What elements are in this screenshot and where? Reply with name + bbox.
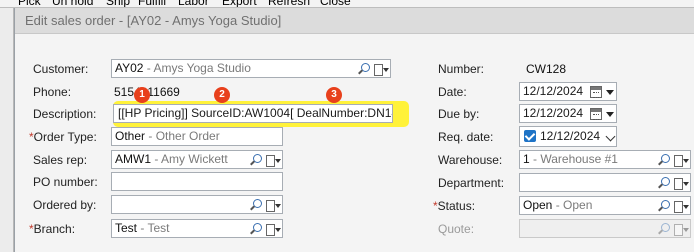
po-number-input[interactable] xyxy=(111,172,283,191)
req-date-value: 12/12/2024 xyxy=(540,129,601,143)
description-field[interactable]: [[HP Pricing]] SourceID:AW1004[ DealNumb… xyxy=(113,104,393,123)
order-type-label: *Order Type: xyxy=(29,130,97,144)
department-field[interactable] xyxy=(519,173,691,192)
search-icon[interactable] xyxy=(358,63,370,75)
customer-name: Amys Yoga Studio xyxy=(153,61,251,75)
menu-item-refresh[interactable]: Refresh xyxy=(268,0,310,7)
number-label: Number: xyxy=(438,62,485,76)
branch-label: *Branch: xyxy=(29,222,75,236)
status-name: Open xyxy=(563,198,593,212)
search-icon[interactable] xyxy=(658,177,670,189)
sales-rep-code: AMW1 xyxy=(115,152,151,166)
branch-label-text: Branch: xyxy=(33,222,76,236)
annotation-badge-3: 3 xyxy=(326,87,342,103)
order-type-name: Other Order xyxy=(155,129,220,143)
menu-item-close[interactable]: Close xyxy=(320,0,351,7)
document-menu-icon[interactable] xyxy=(266,154,281,167)
branch-name: Test xyxy=(147,221,170,235)
warehouse-field[interactable]: 1 - Warehouse #1 xyxy=(519,150,691,169)
date-value: 12/12/2024 xyxy=(523,84,584,98)
menu-item-export[interactable]: Export xyxy=(222,0,257,7)
status-label-text: Status: xyxy=(437,199,476,213)
number-value: CW128 xyxy=(526,62,567,76)
description-label: Description: xyxy=(33,107,97,121)
department-label: Department: xyxy=(438,176,505,190)
order-type-label-text: Order Type: xyxy=(33,130,97,144)
document-menu-icon[interactable] xyxy=(374,63,389,76)
search-icon[interactable] xyxy=(250,223,262,235)
calendar-icon[interactable] xyxy=(590,86,602,98)
background-list-strip xyxy=(0,8,14,252)
date-field[interactable]: 12/12/2024 xyxy=(519,82,617,101)
dialog-title: Edit sales order - [AY02 - Amys Yoga Stu… xyxy=(25,13,282,28)
branch-field[interactable]: Test - Test xyxy=(111,219,283,238)
po-number-label: PO number: xyxy=(33,175,98,189)
req-date-checkbox[interactable] xyxy=(524,130,536,142)
due-by-value: 12/12/2024 xyxy=(523,106,584,120)
document-menu-icon[interactable] xyxy=(266,199,281,212)
chevron-down-icon[interactable] xyxy=(605,131,616,141)
warehouse-label: Warehouse: xyxy=(438,153,503,167)
sales-rep-name: Amy Wickett xyxy=(161,152,228,166)
search-icon[interactable] xyxy=(658,200,670,212)
document-menu-icon[interactable] xyxy=(674,154,689,167)
menu-item-ship[interactable]: Ship xyxy=(106,0,130,7)
req-date-field[interactable]: 12/12/2024 xyxy=(519,126,617,147)
description-value: [[HP Pricing]] SourceID:AW1004[ DealNumb… xyxy=(118,106,393,120)
customer-field[interactable]: AY02 - Amys Yoga Studio xyxy=(111,59,391,78)
ordered-by-field[interactable] xyxy=(111,195,283,214)
document-menu-icon[interactable] xyxy=(674,200,689,213)
order-type-field[interactable]: Other - Other Order xyxy=(111,127,283,146)
menu-item-pick[interactable]: Pick xyxy=(18,0,41,7)
search-icon[interactable] xyxy=(658,154,670,166)
search-icon xyxy=(658,223,670,235)
sales-rep-label: Sales rep: xyxy=(33,153,88,167)
menu-item-labor[interactable]: Labor xyxy=(178,0,209,7)
quote-label: Quote: xyxy=(438,222,475,236)
status-field[interactable]: Open - Open xyxy=(519,196,691,215)
edit-sales-order-dialog: Edit sales order - [AY02 - Amys Yoga Stu… xyxy=(14,8,694,252)
dropdown-arrow-icon[interactable] xyxy=(606,89,614,95)
req-date-label: Req. date: xyxy=(438,130,494,144)
document-menu-icon[interactable] xyxy=(266,223,281,236)
due-by-label: Due by: xyxy=(438,107,480,121)
menu-item-unhold[interactable]: Un hold xyxy=(52,0,93,7)
order-type-code: Other xyxy=(115,129,146,143)
sales-rep-field[interactable]: AMW1 - Amy Wickett xyxy=(111,150,283,169)
annotation-badge-1: 1 xyxy=(134,87,150,103)
dialog-titlebar[interactable]: Edit sales order - [AY02 - Amys Yoga Stu… xyxy=(15,8,694,34)
status-code: Open xyxy=(523,198,553,212)
menu-bar: Pick Un hold Ship Fulfill Labor Export R… xyxy=(0,0,694,8)
warehouse-code: 1 xyxy=(523,152,530,166)
search-icon[interactable] xyxy=(250,199,262,211)
customer-label: Customer: xyxy=(33,62,89,76)
document-menu-icon[interactable] xyxy=(674,177,689,190)
customer-code: AY02 xyxy=(115,61,144,75)
branch-code: Test xyxy=(115,221,138,235)
quote-field xyxy=(519,219,691,238)
warehouse-name: Warehouse #1 xyxy=(540,152,618,166)
annotation-badge-2: 2 xyxy=(214,87,230,103)
phone-label: Phone: xyxy=(33,85,72,99)
search-icon[interactable] xyxy=(250,154,262,166)
calendar-icon[interactable] xyxy=(590,108,602,120)
document-menu-icon xyxy=(674,223,689,236)
ordered-by-label: Ordered by: xyxy=(33,198,97,212)
date-label: Date: xyxy=(438,85,467,99)
status-label: *Status: xyxy=(433,199,475,213)
dropdown-arrow-icon[interactable] xyxy=(606,111,614,117)
menu-item-fulfill[interactable]: Fulfill xyxy=(138,0,166,7)
due-by-field[interactable]: 12/12/2024 xyxy=(519,104,617,123)
